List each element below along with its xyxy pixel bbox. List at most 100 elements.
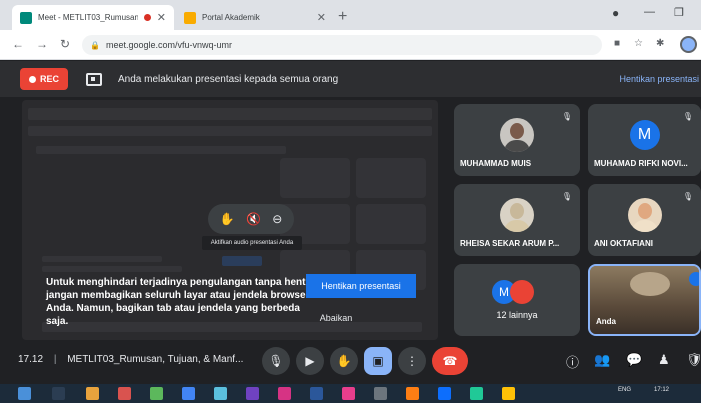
word-icon[interactable] [310,387,323,400]
participant-name: MUHAMMAD MUIS [460,159,532,168]
mic-off-icon: 🎙 [682,192,693,201]
mic-button[interactable]: 🎙 [262,347,290,375]
leave-call-button[interactable]: ☎ [432,347,468,375]
participant-name: RHEISA SEKAR ARUM P... [460,239,560,248]
camera-permission-icon[interactable]: ■ [614,38,620,49]
remove-icon[interactable]: ⊖ [272,212,282,226]
forward-icon[interactable]: → [36,37,48,51]
hang-up-icon: ☎ [442,354,458,368]
taskbar-clock[interactable]: 17:12 [654,387,669,394]
hand-icon: ✋ [336,354,352,368]
back-icon[interactable]: ← [12,37,24,51]
camera-button[interactable]: ▶ [296,347,324,375]
meeting-control-bar: 17.12 | METLIT03_Rumusan, Tujuan, & Manf… [0,340,701,382]
app-icon[interactable] [470,387,483,400]
close-tab-icon[interactable]: ✕ [157,11,166,24]
tab-title: Portal Akademik [202,13,260,22]
separator: | [53,354,57,365]
stop-presenting-button[interactable]: Hentikan presentasi [306,274,416,298]
tab-title: Meet - METLIT03_Rumusan [38,13,138,22]
more-options-button[interactable]: ⋮ [398,347,426,375]
search-icon[interactable] [52,387,65,400]
camera-icon: ▶ [305,354,315,368]
participant-photo [500,118,534,152]
app-icon[interactable] [342,387,355,400]
minimize-icon[interactable]: — [644,6,655,18]
recording-indicator-icon [143,14,151,21]
windows-taskbar: ENG 17:12 [0,384,701,403]
mirror-warning-text: Untuk menghindari terjadinya pengulangan… [46,277,312,327]
tile-hover-controls: ✋ 🔇 ⊖ [208,204,294,234]
mic-off-icon: 🎙 [561,112,572,121]
pin-badge-icon[interactable] [689,272,699,286]
raise-hand-button[interactable]: ✋ [330,347,358,375]
mic-off-icon: 🎙 [682,112,693,121]
overflow-avatars: M [492,280,542,304]
meeting-info: 17.12 | METLIT03_Rumusan, Tujuan, & Manf… [18,354,243,365]
participant-tile[interactable]: 🎙 ANI OKTAFIANI [588,184,701,256]
chrome-menu-icon[interactable]: ● [612,6,619,20]
file-explorer-icon[interactable] [86,387,99,400]
info-icon[interactable]: ⓘ [566,352,579,371]
audio-toggle-icon[interactable]: 🔇 [246,212,261,226]
tab-portal-akademik[interactable]: Portal Akademik ✕ [176,5,334,30]
bookmark-star-icon[interactable]: ☆ [634,38,643,49]
powerpoint-icon[interactable] [278,387,291,400]
self-video-tile[interactable]: Anda [588,264,701,336]
participant-tile[interactable]: 🎙 RHEISA SEKAR ARUM P... [454,184,580,256]
app-icon[interactable] [374,387,387,400]
more-count-label: 12 lainnya [496,310,538,320]
stop-presenting-link[interactable]: Hentikan presentasi [619,74,699,84]
portal-favicon-icon [184,11,196,24]
present-screen-icon [86,72,102,86]
recording-badge: REC [20,68,68,90]
participant-name: MUHAMAD RIFKI NOVI... [594,159,688,168]
app-icon[interactable] [150,387,163,400]
maximize-icon[interactable]: ❐ [674,6,684,19]
meeting-time: 17.12 [18,354,44,365]
present-button[interactable]: ▣ [364,347,392,375]
presentation-stage: ✋ 🔇 ⊖ Aktifkan audio presentasi Anda Unt… [22,100,438,340]
people-icon[interactable]: 👥 [594,352,610,368]
app-icon[interactable] [214,387,227,400]
reload-icon[interactable]: ↻ [60,37,70,51]
app-icon[interactable] [438,387,451,400]
participant-name: ANI OKTAFIANI [594,239,653,248]
app-icon[interactable] [406,387,419,400]
url-text: meet.google.com/vfu-vnwq-umr [105,40,233,50]
participant-avatar: M [629,120,660,150]
pin-icon[interactable]: ✋ [220,212,235,226]
tab-meet[interactable]: Meet - METLIT03_Rumusan ✕ [12,5,174,30]
record-dot-icon [28,75,36,83]
app-icon[interactable] [246,387,259,400]
activities-icon[interactable]: ♟ [658,352,670,368]
more-vert-icon: ⋮ [406,354,418,368]
new-tab-button[interactable]: + [338,8,347,26]
participant-tile[interactable]: M 🎙 MUHAMAD RIFKI NOVI... [588,104,701,176]
mic-icon: 🎙 [268,354,284,368]
ignore-button[interactable]: Abaikan [306,310,366,326]
self-name: Anda [596,317,616,326]
participant-photo [500,198,534,232]
address-bar[interactable]: 🔒 meet.google.com/vfu-vnwq-umr [82,35,602,55]
meet-favicon-icon [20,11,32,24]
presenting-banner: REC Anda melakukan presentasi kepada sem… [0,61,701,97]
participant-tile[interactable]: 🎙 MUHAMMAD MUIS [454,104,580,176]
chat-icon[interactable]: 💬 [626,352,642,368]
extensions-icon[interactable]: ✱ [656,38,664,49]
mic-off-icon: 🎙 [561,192,572,201]
close-tab-icon[interactable]: ✕ [317,11,326,24]
rec-label: REC [39,74,59,84]
browser-tab-strip: Meet - METLIT03_Rumusan ✕ Portal Akademi… [0,0,701,30]
app-icon[interactable] [118,387,131,400]
app-icon[interactable] [502,387,515,400]
profile-avatar-icon[interactable] [680,36,697,53]
more-participants-tile[interactable]: M 12 lainnya [454,264,580,336]
meeting-name: METLIT03_Rumusan, Tujuan, & Manf... [67,354,244,365]
start-icon[interactable] [18,387,31,400]
present-icon: ▣ [372,354,384,368]
host-controls-icon[interactable]: 🛡 [686,352,701,368]
ceiling-light [630,272,670,296]
chrome-icon[interactable] [182,387,195,400]
language-indicator[interactable]: ENG [618,387,631,394]
